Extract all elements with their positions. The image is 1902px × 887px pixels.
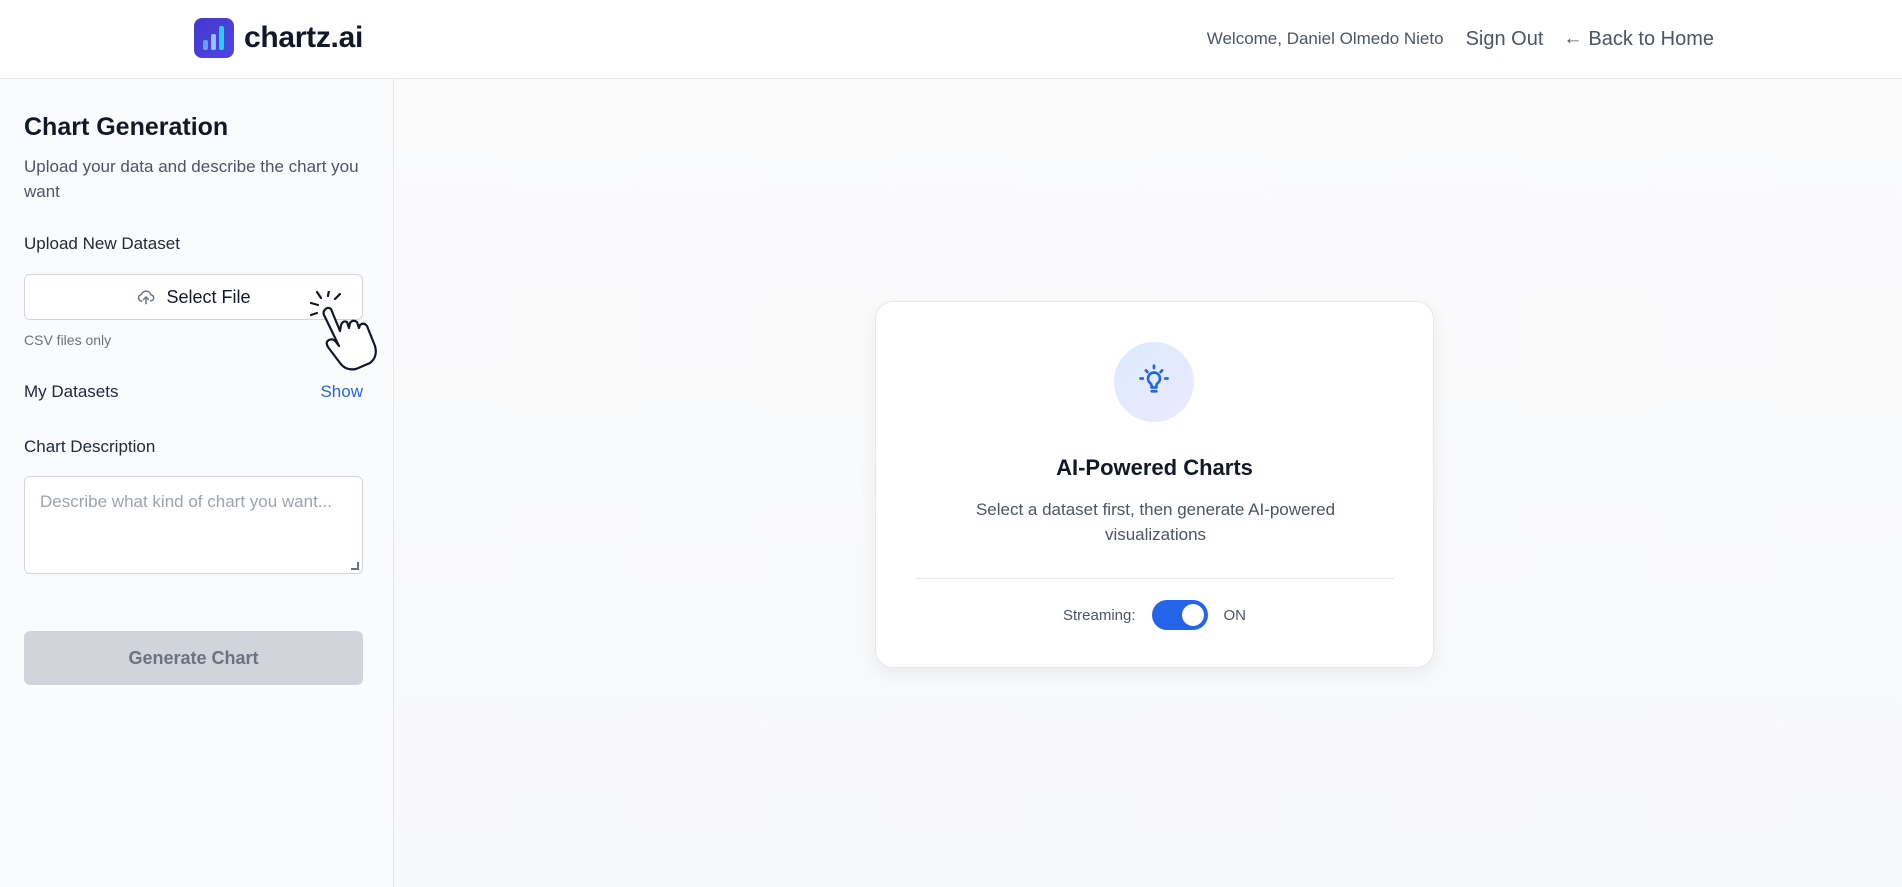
streaming-label: Streaming: bbox=[1062, 606, 1136, 624]
streaming-state: ON bbox=[1223, 606, 1247, 624]
brand[interactable]: chartz.ai bbox=[194, 18, 363, 58]
chart-description-placeholder: Describe what kind of chart you want... bbox=[40, 492, 332, 511]
arrow-left-icon: ← bbox=[1563, 28, 1583, 49]
brand-name: chartz.ai bbox=[244, 21, 364, 54]
card-title: AI-Powered Charts bbox=[1056, 455, 1253, 480]
card-divider bbox=[916, 578, 1394, 579]
header-nav: Welcome, Daniel Olmedo Nieto Sign Out ← … bbox=[1207, 0, 1714, 78]
select-file-label: Select File bbox=[166, 286, 251, 307]
chart-description-label: Chart Description bbox=[24, 437, 156, 456]
sidebar-title: Chart Generation bbox=[24, 113, 229, 141]
bar-chart-logo-icon bbox=[194, 18, 234, 58]
sidebar-subtitle: Upload your data and describe the chart … bbox=[24, 157, 359, 201]
main-area: AI-Powered Charts Select a dataset first… bbox=[394, 79, 1902, 887]
toggle-knob bbox=[1181, 604, 1204, 626]
cloud-upload-icon bbox=[136, 287, 156, 307]
back-to-home-link[interactable]: ← Back to Home bbox=[1563, 28, 1714, 51]
file-type-hint: CSV files only bbox=[24, 332, 112, 348]
chart-description-textarea[interactable]: Describe what kind of chart you want... bbox=[24, 476, 363, 574]
streaming-toggle[interactable] bbox=[1151, 600, 1208, 630]
show-datasets-link[interactable]: Show bbox=[320, 382, 363, 402]
welcome-text: Welcome, Daniel Olmedo Nieto bbox=[1206, 29, 1444, 48]
generate-chart-label: Generate Chart bbox=[128, 647, 259, 668]
sidebar: Chart Generation Upload your data and de… bbox=[0, 79, 394, 887]
top-header: chartz.ai Welcome, Daniel Olmedo Nieto S… bbox=[0, 0, 1902, 79]
resize-grip-icon[interactable] bbox=[351, 562, 359, 570]
lightbulb-badge bbox=[1114, 342, 1194, 422]
hand-pointer-cursor-icon bbox=[309, 288, 386, 376]
card-description: Select a dataset first, then generate AI… bbox=[975, 500, 1336, 544]
sign-out-link[interactable]: Sign Out bbox=[1466, 28, 1544, 51]
back-to-home-label: Back to Home bbox=[1588, 27, 1714, 50]
lightbulb-icon bbox=[1136, 362, 1172, 403]
streaming-row: Streaming: ON bbox=[876, 600, 1433, 630]
sign-out-label: Sign Out bbox=[1465, 27, 1544, 50]
generate-chart-button[interactable]: Generate Chart bbox=[24, 631, 363, 685]
ai-charts-card: AI-Powered Charts Select a dataset first… bbox=[875, 301, 1434, 668]
my-datasets-label: My Datasets bbox=[24, 382, 119, 401]
upload-dataset-label: Upload New Dataset bbox=[24, 234, 180, 253]
